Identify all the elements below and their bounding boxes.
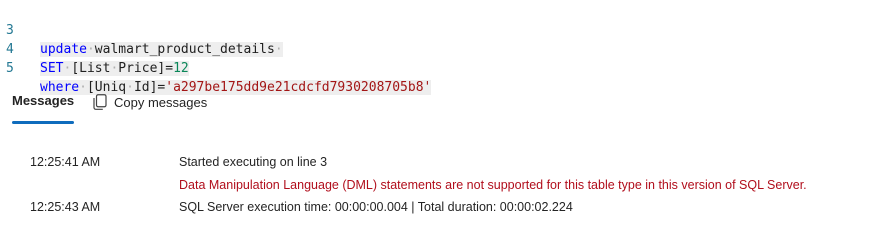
whitespace-token: · (274, 42, 283, 57)
message-text: Started executing on line 3 (179, 155, 328, 169)
code-text[interactable]: update·walmart_product_details· (40, 40, 283, 59)
operator-token: = (165, 61, 174, 76)
message-timestamp: 12:25:41 AM (30, 155, 101, 169)
code-line-3[interactable]: 3 update·walmart_product_details· (0, 2, 283, 57)
line-number: 5 (6, 61, 14, 76)
keyword-token: SET (40, 61, 64, 76)
code-line-4[interactable]: 4 SET·[List·Price]=12 (0, 21, 189, 76)
tab-messages[interactable]: Messages (12, 93, 74, 108)
number-token: 12 (173, 61, 189, 76)
code-line-5[interactable]: 5 where·[Uniq·Id]='a297be175dd9e21cdcfd7… (0, 40, 432, 95)
code-text[interactable]: SET·[List·Price]=12 (40, 59, 189, 78)
identifier-token: Price] (118, 61, 166, 76)
message-timestamp: 12:25:43 AM (30, 200, 101, 214)
whitespace-token: · (86, 42, 95, 57)
results-tabbar: Messages Copy messages (0, 84, 887, 124)
error-message-text: Data Manipulation Language (DML) stateme… (179, 178, 807, 192)
identifier-token: walmart_product_details (94, 42, 275, 57)
keyword-token: update (40, 42, 87, 57)
copy-messages-button[interactable]: Copy messages (93, 92, 207, 112)
identifier-token: [List (71, 61, 111, 76)
copy-icon (93, 94, 107, 110)
sql-editor[interactable]: 3 update·walmart_product_details· 4 SET·… (0, 0, 887, 95)
message-text: SQL Server execution time: 00:00:00.004 … (179, 200, 573, 214)
tab-active-indicator (12, 121, 74, 124)
copy-messages-label: Copy messages (114, 94, 208, 110)
